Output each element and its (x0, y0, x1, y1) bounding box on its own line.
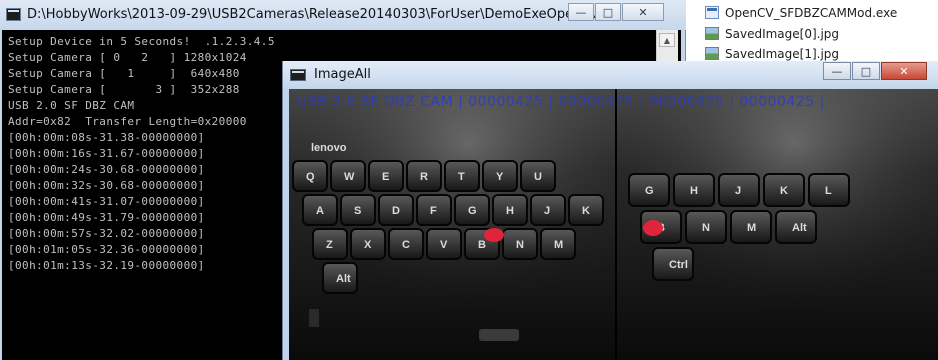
key-label: F (430, 205, 437, 217)
feed-divider (615, 89, 617, 360)
file-name: SavedImage[0].jpg (725, 26, 840, 41)
close-button[interactable]: ✕ (881, 62, 927, 80)
key-label: T (458, 171, 465, 183)
minimize-button[interactable]: — (823, 62, 851, 80)
key-label: H (506, 205, 514, 217)
console-line: [00h:00m:49s-31.79-00000000] (8, 211, 205, 224)
console-line: [00h:00m:24s-30.68-00000000] (8, 163, 205, 176)
console-line: Setup Camera [ 1 ] 640x480 (8, 67, 240, 80)
console-line: Setup Camera [ 3 ] 352x288 (8, 83, 240, 96)
key-label: U (534, 171, 542, 183)
key-label: Alt (792, 222, 807, 234)
key-label: K (582, 205, 590, 217)
key-label: M (554, 239, 563, 251)
key-label: Alt (336, 273, 351, 285)
key-label: X (364, 239, 372, 251)
console-line: [00h:00m:57s-32.02-00000000] (8, 227, 205, 240)
maximize-button[interactable]: □ (852, 62, 880, 80)
key-label: G (468, 205, 477, 217)
key-label: W (344, 171, 355, 183)
console-line: Addr=0x82 Transfer Length=0x20000 (8, 115, 247, 128)
console-line: Setup Camera [ 0 2 ] 1280x1024 (8, 51, 247, 64)
key-label: Y (496, 171, 504, 183)
console-line: [00h:00m:41s-31.07-00000000] (8, 195, 205, 208)
key-label: H (690, 185, 698, 197)
key-label: B (478, 239, 486, 251)
console-window-controls: — □ ✕ (568, 3, 665, 21)
trackpoint-right (643, 220, 663, 236)
key-label: Ctrl (669, 259, 688, 271)
console-line: Setup Device in 5 Seconds! .1.2.3.4.5 (8, 35, 275, 48)
console-line: USB 2.0 SF DBZ CAM (8, 99, 135, 112)
camera-feeds-image: QWERTYUASDFGHJKZXCVBNMAltlenovo GHJKLBNM… (289, 89, 938, 360)
file-item[interactable]: OpenCV_SFDBZCAMMod.exe (705, 4, 897, 21)
image-window-controls: — □ ✕ (823, 62, 928, 80)
console-title: D:\HobbyWorks\2013-09-29\USB2Cameras\Rel… (27, 7, 615, 22)
key-label: Q (306, 171, 315, 183)
camera-info-overlay: USB 2.0 SF DBZ CAM | 00000425 | 00000425… (297, 94, 825, 110)
key-label: A (316, 205, 324, 217)
console-line: [00h:01m:05s-32.36-00000000] (8, 243, 205, 256)
file-item[interactable]: SavedImage[1].jpg (705, 45, 839, 62)
scroll-up-icon[interactable]: ▲ (659, 33, 675, 47)
close-button[interactable]: ✕ (622, 3, 664, 21)
console-line: [00h:00m:16s-31.67-00000000] (8, 147, 205, 160)
key-label: V (440, 239, 448, 251)
camera-image-canvas: QWERTYUASDFGHJKZXCVBNMAltlenovo GHJKLBNM… (289, 89, 938, 360)
key-label: Z (326, 239, 333, 251)
key-label: J (544, 205, 550, 217)
image-file-icon (705, 47, 719, 60)
console-title-bar[interactable]: D:\HobbyWorks\2013-09-29\USB2Cameras\Rel… (0, 0, 686, 30)
key-label: K (780, 185, 788, 197)
console-line: [00h:00m:32s-30.68-00000000] (8, 179, 205, 192)
maximize-button[interactable]: □ (595, 3, 621, 21)
key-label: L (825, 185, 832, 197)
key-label: R (420, 171, 428, 183)
key-label: M (747, 222, 756, 234)
console-line: [00h:00m:08s-31.38-00000000] (8, 131, 205, 144)
touchpad-button (479, 329, 519, 341)
key-label: S (354, 205, 361, 217)
file-name: OpenCV_SFDBZCAMMod.exe (725, 5, 898, 20)
explorer-file-list: OpenCV_SFDBZCAMMod.exe SavedImage[0].jpg… (700, 0, 938, 70)
image-window-title: ImageAll (314, 67, 371, 82)
image-window-title-bar[interactable]: ImageAll — □ ✕ (283, 61, 938, 89)
image-window-app-icon (290, 69, 306, 81)
file-item[interactable]: SavedImage[0].jpg (705, 25, 839, 42)
key-label: G (645, 185, 654, 197)
brand-label: lenovo (311, 142, 347, 154)
key-label: C (402, 239, 410, 251)
key-label: J (735, 185, 741, 197)
key-label: N (702, 222, 710, 234)
exe-file-icon (705, 6, 719, 19)
console-app-icon (6, 8, 21, 21)
minimize-button[interactable]: — (568, 3, 594, 21)
key-label: E (382, 171, 389, 183)
image-file-icon (705, 27, 719, 40)
image-window: ImageAll — □ ✕ Q W E R T Y U A S D F G H… (282, 61, 938, 360)
trackpoint-left (484, 228, 504, 242)
console-line: [00h:01m:13s-32.19-00000000] (8, 259, 205, 272)
key-label: D (392, 205, 400, 217)
file-name: SavedImage[1].jpg (725, 46, 840, 61)
key-label: N (516, 239, 524, 251)
